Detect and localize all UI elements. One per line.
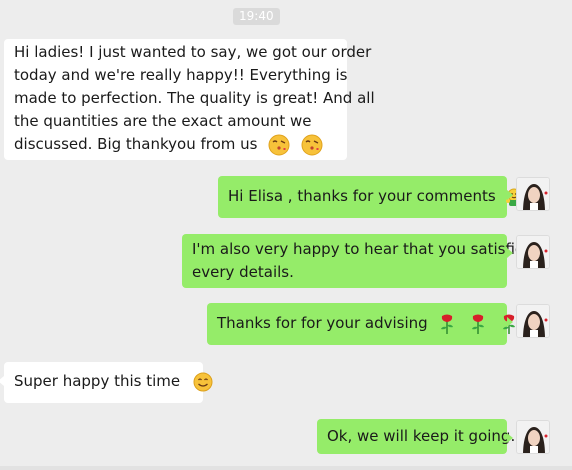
outgoing-message[interactable]: I'm also very happy to hear that you sat…	[182, 234, 534, 288]
message-line: the quantities are the exact amount we	[14, 112, 312, 130]
user-avatar[interactable]	[516, 420, 550, 454]
avatar-image	[517, 421, 549, 453]
message-text: Ok, we will keep it going.	[327, 427, 516, 445]
message-line: today and we're really happy!! Everythin…	[14, 66, 348, 84]
message-line: every details.	[192, 263, 294, 281]
message-text: Thanks for for your advising	[217, 314, 428, 332]
rose-emoji	[472, 314, 485, 334]
incoming-message[interactable]: Hi ladies! I just wanted to say, we got …	[4, 39, 375, 160]
outgoing-message[interactable]: Thanks for for your advising	[207, 303, 516, 345]
avatar-image	[517, 236, 549, 268]
input-divider	[0, 466, 572, 470]
message-timestamp: 19:40	[233, 8, 280, 25]
user-avatar[interactable]	[516, 304, 550, 338]
message-text: Hi Elisa , thanks for your comments	[228, 187, 496, 205]
smile-emoji	[193, 372, 213, 391]
message-line-last: discussed. Big thankyou from us	[14, 133, 337, 156]
message-line: I'm also very happy to hear that you sat…	[192, 240, 534, 258]
outgoing-message[interactable]: Hi Elisa , thanks for your comments	[218, 176, 523, 218]
avatar-image	[517, 305, 549, 337]
message-text: Super happy this time	[14, 372, 181, 390]
incoming-message[interactable]: Super happy this time	[0, 362, 213, 403]
message-line: Hi ladies! I just wanted to say, we got …	[14, 43, 372, 61]
user-avatar[interactable]	[516, 235, 550, 269]
message-line: made to perfection. The quality is great…	[14, 89, 375, 107]
avatar-image	[517, 178, 549, 210]
outgoing-message[interactable]: Ok, we will keep it going.	[317, 419, 515, 454]
kiss-face-emoji	[268, 134, 290, 155]
message-text: discussed. Big thankyou from us	[14, 135, 258, 153]
rose-emoji	[441, 314, 454, 334]
user-avatar[interactable]	[516, 177, 550, 211]
kiss-face-emoji	[301, 134, 323, 155]
